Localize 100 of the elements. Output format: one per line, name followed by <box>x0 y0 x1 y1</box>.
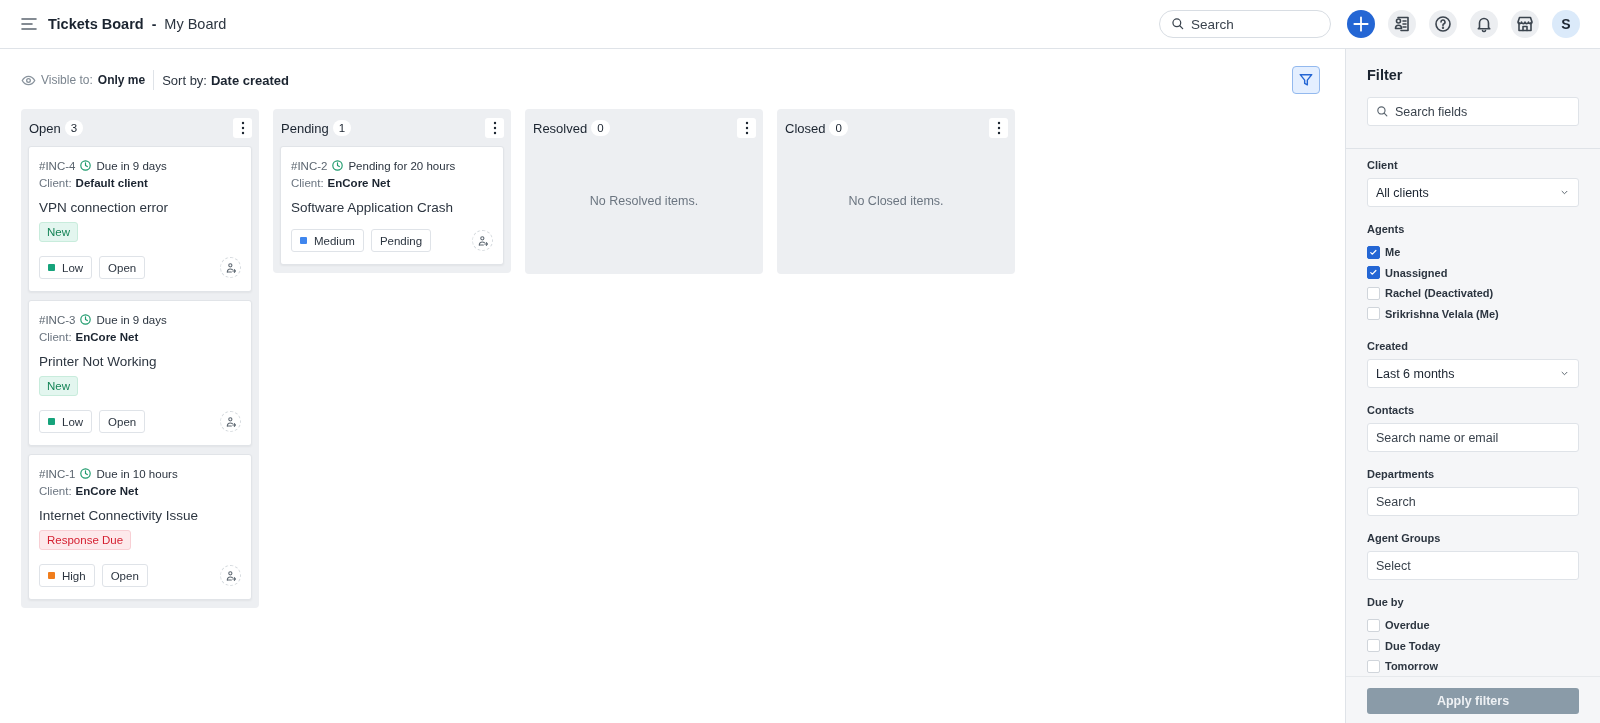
due-time: Pending for 20 hours <box>348 159 456 172</box>
visibility-label: Visible to: <box>41 73 93 87</box>
status-tag: New <box>39 222 78 242</box>
search-field[interactable]: Search <box>1159 10 1331 38</box>
field-label: Client <box>1367 159 1399 171</box>
clock-icon <box>331 159 345 172</box>
filter-button[interactable] <box>1292 66 1320 94</box>
field-label: Due by <box>1367 596 1405 608</box>
due-time: Due in 9 days <box>96 159 167 172</box>
filter-icon <box>1298 72 1314 88</box>
field-label: Agents <box>1367 223 1406 235</box>
bell-icon <box>1475 15 1493 33</box>
priority-chip[interactable]: Medium <box>291 229 364 252</box>
input-field[interactable]: Search name or email <box>1367 423 1579 452</box>
client-label: Client: <box>291 176 324 189</box>
person-icon <box>224 261 237 274</box>
help-icon <box>1434 15 1452 33</box>
search-field[interactable]: Search fields <box>1367 97 1579 126</box>
kebab-icon <box>492 121 497 135</box>
store-button[interactable] <box>1511 10 1539 38</box>
help-button[interactable] <box>1429 10 1457 38</box>
field-label: Agent Groups <box>1367 532 1442 544</box>
priority-chip[interactable]: High <box>39 564 95 587</box>
checkbox-label[interactable]: Overdue <box>1385 619 1430 632</box>
count-badge: 0 <box>591 120 610 136</box>
checkbox-label[interactable]: Srikrishna Velala (Me) <box>1385 307 1499 320</box>
dropdown[interactable]: All clients <box>1367 178 1579 207</box>
kebab-icon <box>744 121 749 135</box>
more-button[interactable] <box>737 118 756 138</box>
contact-icon <box>1393 15 1411 33</box>
checkbox-label[interactable]: Unassigned <box>1385 266 1448 279</box>
priority-chip[interactable]: Low <box>39 256 93 279</box>
checkbox[interactable] <box>1367 245 1380 259</box>
checkbox-label[interactable]: Me <box>1385 246 1401 259</box>
empty-message: No Closed items. <box>847 193 945 210</box>
ticket-subject[interactable]: Internet Connectivity Issue <box>39 508 241 523</box>
field-label: Created <box>1367 340 1409 352</box>
status-chip[interactable]: Open <box>99 410 146 433</box>
ticket-subject[interactable]: Printer Not Working <box>39 354 241 369</box>
status-chip[interactable]: Open <box>99 256 146 279</box>
contact-card-button[interactable] <box>1388 10 1416 38</box>
clock-icon <box>79 467 93 480</box>
input-field[interactable]: Select <box>1367 551 1579 580</box>
ticket-id[interactable]: #INC-4 <box>39 159 76 172</box>
clock-icon <box>79 313 93 326</box>
person-icon <box>224 569 237 582</box>
input-field[interactable]: Search <box>1367 487 1579 516</box>
dropdown[interactable]: Last 6 months <box>1367 359 1579 388</box>
status-chip[interactable]: Open <box>101 564 148 587</box>
search-icon <box>1171 17 1185 31</box>
board-title: Tickets Board <box>48 16 144 32</box>
field-label: Contacts <box>1367 404 1416 416</box>
clock-icon <box>79 159 93 172</box>
client-label: Client: <box>39 330 72 343</box>
sort-label: Sort by: <box>162 72 207 88</box>
store-icon <box>1516 15 1534 33</box>
assign-button[interactable] <box>220 411 241 432</box>
visibility-value[interactable]: Only me <box>97 73 146 87</box>
more-button[interactable] <box>233 118 252 138</box>
status-tag: New <box>39 376 78 396</box>
priority-chip[interactable]: Low <box>39 410 93 433</box>
ticket-id[interactable]: #INC-3 <box>39 313 76 326</box>
check-icon <box>1369 247 1378 257</box>
add-button[interactable] <box>1347 10 1375 38</box>
client-name: EnCore Net <box>327 176 391 189</box>
search-icon <box>1376 105 1389 118</box>
checkbox-label[interactable]: Tomorrow <box>1385 660 1438 673</box>
status-chip[interactable]: Pending <box>370 229 432 252</box>
check-icon <box>1369 268 1378 278</box>
sort-value[interactable]: Date created <box>210 72 289 88</box>
kebab-icon <box>240 121 245 135</box>
client-label: Client: <box>39 484 72 497</box>
column-title: Closed <box>785 120 826 136</box>
board-name: My Board <box>164 16 227 32</box>
count-badge: 3 <box>64 120 84 136</box>
checkbox-label[interactable]: Due Today <box>1385 639 1441 652</box>
assign-button[interactable] <box>472 230 493 251</box>
person-icon <box>224 415 237 428</box>
ticket-subject[interactable]: VPN connection error <box>39 200 241 215</box>
plus-icon <box>1351 14 1371 34</box>
ticket-id[interactable]: #INC-1 <box>39 467 76 480</box>
column-title: Pending <box>281 120 329 136</box>
avatar-button[interactable]: S <box>1552 10 1580 38</box>
client-name: EnCore Net <box>75 484 139 497</box>
ticket-id[interactable]: #INC-2 <box>291 159 328 172</box>
field-label: Departments <box>1367 468 1436 480</box>
client-name: Default client <box>75 176 148 189</box>
more-button[interactable] <box>989 118 1008 138</box>
assign-button[interactable] <box>220 565 241 586</box>
ticket-subject[interactable]: Software Application Crash <box>291 200 493 215</box>
client-label: Client: <box>39 176 72 189</box>
person-icon <box>476 234 489 247</box>
notifications-button[interactable] <box>1470 10 1498 38</box>
menu-icon[interactable] <box>20 15 38 33</box>
more-button[interactable] <box>485 118 504 138</box>
checkbox-label[interactable]: Rachel (Deactivated) <box>1385 287 1494 300</box>
status-tag: Response Due <box>39 530 132 550</box>
checkbox[interactable] <box>1367 266 1380 280</box>
column-title: Resolved <box>533 120 588 136</box>
assign-button[interactable] <box>220 257 241 278</box>
